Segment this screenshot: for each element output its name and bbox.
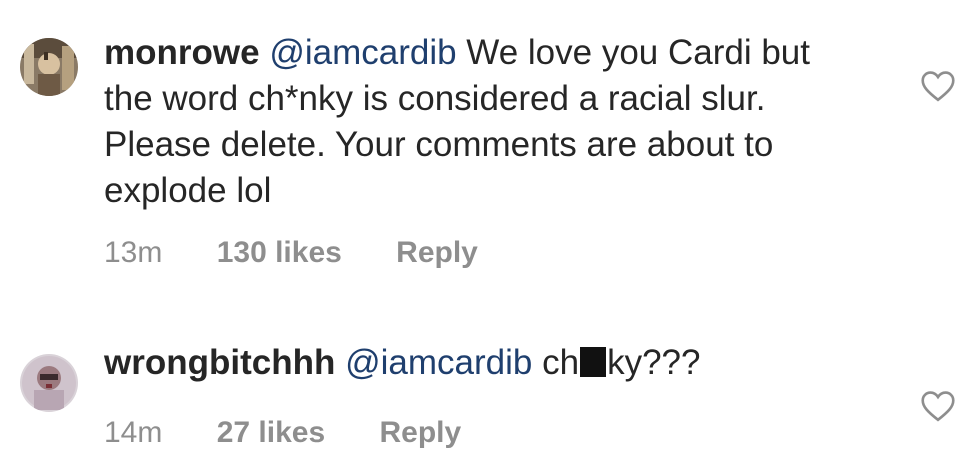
avatar-photo-icon <box>20 38 78 96</box>
comment-message-start: ch <box>532 343 580 382</box>
redaction-block <box>580 347 607 377</box>
comment-time: 14m <box>104 416 163 449</box>
reply-button[interactable]: Reply <box>379 416 461 450</box>
comment-likes[interactable]: 27 likes <box>217 416 325 450</box>
like-heart-icon[interactable] <box>920 70 956 102</box>
like-heart-icon[interactable] <box>920 390 956 422</box>
comment-meta: 13m 130 likes Reply <box>104 236 864 270</box>
comment-text: monrowe @iamcardib We love you Cardi but… <box>104 30 864 214</box>
comment-likes[interactable]: 130 likes <box>217 236 342 270</box>
comment-meta: 14m 27 likes Reply <box>104 416 864 450</box>
avatar[interactable] <box>20 38 78 96</box>
avatar[interactable] <box>20 354 78 412</box>
comment-mention[interactable]: @iamcardib <box>269 33 456 72</box>
avatar-photo-icon <box>20 354 78 412</box>
comment-message-end: ky??? <box>607 343 701 382</box>
comment-mention[interactable]: @iamcardib <box>345 343 532 382</box>
comment-username[interactable]: wrongbitchhh <box>104 343 335 382</box>
comment-time: 13m <box>104 236 163 269</box>
comment-body: monrowe @iamcardib We love you Cardi but… <box>104 30 864 270</box>
reply-button[interactable]: Reply <box>396 236 478 270</box>
comment-username[interactable]: monrowe <box>104 33 260 72</box>
comment-body: wrongbitchhh @iamcardib ch ky??? 14m 27 l… <box>104 340 864 450</box>
comment-text: wrongbitchhh @iamcardib ch ky??? <box>104 340 864 386</box>
